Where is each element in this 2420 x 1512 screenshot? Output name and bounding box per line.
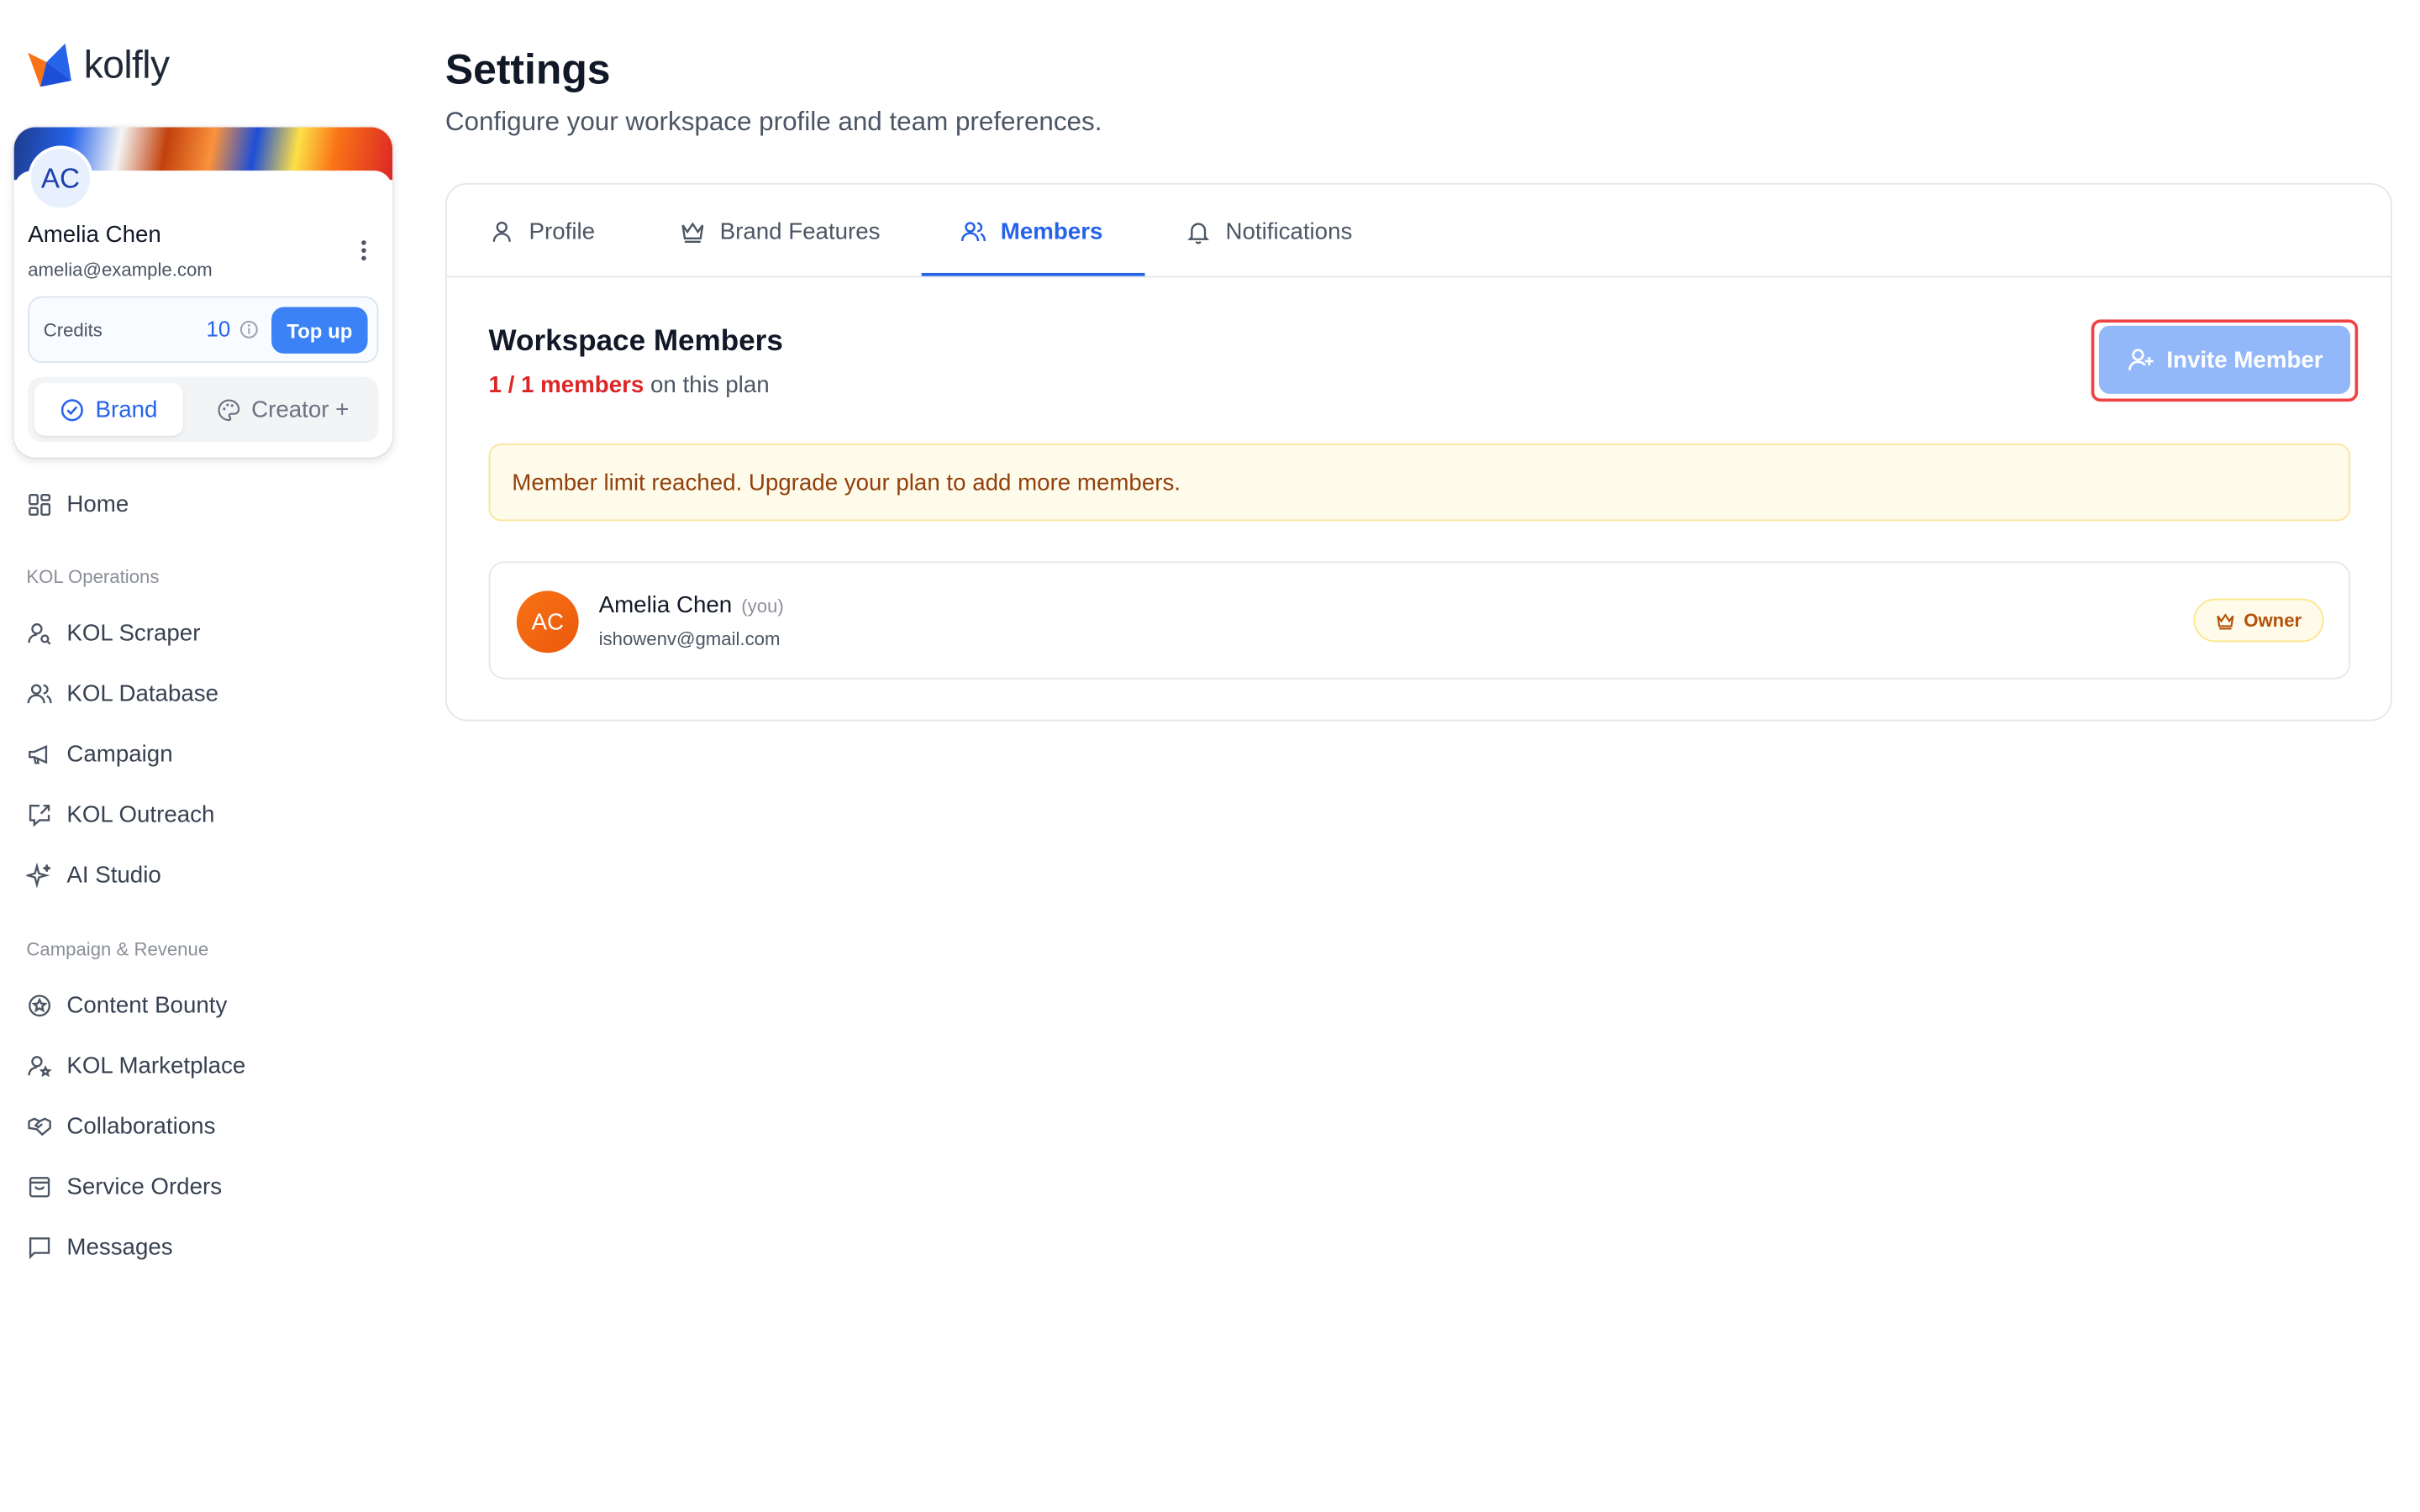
sidebar: kolfly AC Amelia Chen amelia@example.com… bbox=[0, 0, 407, 1512]
sidebar-item-label: KOL Outreach bbox=[66, 801, 215, 827]
avatar: AC bbox=[516, 591, 579, 654]
member-name: Amelia Chen (you) bbox=[599, 592, 784, 618]
member-count: 1 / 1 members on this plan bbox=[489, 372, 770, 398]
tab-notifications[interactable]: Notifications bbox=[1185, 185, 1352, 278]
sidebar-item-ai-studio[interactable]: AI Studio bbox=[26, 856, 161, 893]
workspace-members-title: Workspace Members bbox=[488, 325, 783, 359]
member-email: ishowenv@gmail.com bbox=[598, 627, 781, 650]
sidebar-item-label: KOL Database bbox=[66, 680, 219, 706]
badge-icon bbox=[29, 994, 51, 1016]
settings-panel: Profile Brand Features Members Notificat… bbox=[445, 182, 2392, 722]
sidebar-item-label: Campaign bbox=[66, 740, 173, 767]
owner-badge-label: Owner bbox=[2244, 609, 2302, 632]
sidebar-item-label: AI Studio bbox=[66, 861, 161, 888]
more-options-icon[interactable] bbox=[348, 236, 379, 264]
tab-profile[interactable]: Profile bbox=[489, 185, 596, 278]
tab-label: Brand Features bbox=[719, 218, 881, 244]
bell-icon bbox=[1187, 222, 1210, 244]
profile-name: Amelia Chen bbox=[28, 222, 161, 249]
info-icon[interactable] bbox=[239, 319, 259, 339]
member-you-label: (you) bbox=[741, 595, 784, 617]
sidebar-item-label: Home bbox=[66, 491, 129, 517]
mode-brand-label: Brand bbox=[95, 396, 158, 423]
users-icon bbox=[960, 221, 986, 241]
page-subtitle: Configure your workspace profile and tea… bbox=[445, 107, 1102, 137]
sidebar-item-label: KOL Marketplace bbox=[66, 1052, 246, 1079]
sidebar-item-label: Messages bbox=[66, 1233, 173, 1261]
credits-box: Credits 10 Top up bbox=[28, 296, 379, 364]
user-search-icon bbox=[28, 622, 51, 644]
sidebar-item-label: KOL Scraper bbox=[66, 619, 201, 646]
kolfly-logo-icon bbox=[28, 43, 71, 87]
settings-tabs: Profile Brand Features Members Notificat… bbox=[446, 185, 2391, 278]
sidebar-item-home[interactable]: Home bbox=[26, 486, 129, 522]
sidebar-item-kol-database[interactable]: KOL Database bbox=[26, 675, 218, 711]
grid-icon bbox=[29, 493, 51, 515]
badge-check-icon bbox=[61, 398, 84, 421]
message-arrow-icon bbox=[29, 804, 50, 827]
message-square-icon bbox=[29, 1236, 50, 1259]
avatar[interactable]: AC bbox=[28, 145, 93, 212]
mode-switch: Brand Creator + bbox=[28, 376, 379, 443]
user-star-icon bbox=[28, 1055, 52, 1077]
invite-member-label: Invite Member bbox=[2166, 346, 2323, 374]
nav-section-kol-operations: KOL Operations bbox=[26, 565, 160, 588]
top-up-button[interactable]: Top up bbox=[271, 307, 368, 354]
credits-label: Credits bbox=[43, 319, 103, 342]
owner-badge: Owner bbox=[2193, 598, 2324, 643]
member-count-value: 1 / 1 members bbox=[488, 372, 644, 399]
credits-value: 10 bbox=[206, 316, 231, 342]
sidebar-item-collaborations[interactable]: Collaborations bbox=[26, 1107, 215, 1144]
tab-label: Profile bbox=[529, 218, 596, 244]
mode-creator-label: Creator + bbox=[251, 396, 350, 423]
sidebar-item-label: Service Orders bbox=[66, 1173, 223, 1200]
crown-icon bbox=[2217, 612, 2235, 629]
sidebar-item-label: Content Bounty bbox=[66, 991, 228, 1019]
user-plus-icon bbox=[2128, 349, 2153, 370]
palette-icon bbox=[218, 398, 240, 421]
handshake-icon bbox=[28, 1116, 51, 1136]
page-title: Settings bbox=[445, 46, 611, 93]
profile-card: AC Amelia Chen amelia@example.com Credit… bbox=[13, 127, 393, 458]
sparkles-icon bbox=[26, 861, 50, 888]
tab-brand-features[interactable]: Brand Features bbox=[680, 185, 881, 278]
sidebar-item-messages[interactable]: Messages bbox=[26, 1228, 173, 1265]
user-icon bbox=[492, 220, 511, 241]
tab-label: Members bbox=[1000, 218, 1103, 244]
mode-creator-button[interactable]: Creator + bbox=[196, 383, 370, 436]
member-count-suffix: on this plan bbox=[644, 372, 770, 399]
list-item: AC Amelia Chen (you) ishowenv@gmail.com O… bbox=[488, 561, 2350, 680]
sidebar-item-campaign[interactable]: Campaign bbox=[26, 735, 173, 772]
invite-member-button[interactable]: Invite Member bbox=[2098, 325, 2350, 394]
sidebar-item-kol-scraper[interactable]: KOL Scraper bbox=[26, 614, 200, 651]
alert-text: Member limit reached. Upgrade your plan … bbox=[512, 469, 1181, 496]
sidebar-item-service-orders[interactable]: Service Orders bbox=[26, 1168, 222, 1205]
sidebar-item-kol-outreach[interactable]: KOL Outreach bbox=[26, 795, 214, 832]
shopping-bag-icon bbox=[29, 1176, 50, 1197]
sidebar-item-kol-marketplace[interactable]: KOL Marketplace bbox=[26, 1047, 245, 1084]
mode-brand-button[interactable]: Brand bbox=[34, 383, 183, 436]
tab-label: Notifications bbox=[1225, 218, 1353, 244]
tab-members[interactable]: Members bbox=[960, 185, 1103, 278]
megaphone-icon bbox=[29, 744, 48, 764]
member-limit-alert: Member limit reached. Upgrade your plan … bbox=[488, 444, 2350, 522]
logo[interactable]: kolfly bbox=[25, 40, 170, 90]
sidebar-item-label: Collaborations bbox=[66, 1112, 216, 1140]
users-icon bbox=[27, 683, 52, 703]
crown-icon bbox=[681, 221, 704, 243]
nav-section-campaign-revenue: Campaign & Revenue bbox=[26, 937, 209, 960]
profile-email: amelia@example.com bbox=[28, 259, 213, 281]
logo-text: kolfly bbox=[83, 42, 170, 87]
sidebar-item-content-bounty[interactable]: Content Bounty bbox=[26, 986, 227, 1023]
member-name-text: Amelia Chen bbox=[598, 592, 733, 619]
active-tab-indicator bbox=[921, 272, 1145, 276]
